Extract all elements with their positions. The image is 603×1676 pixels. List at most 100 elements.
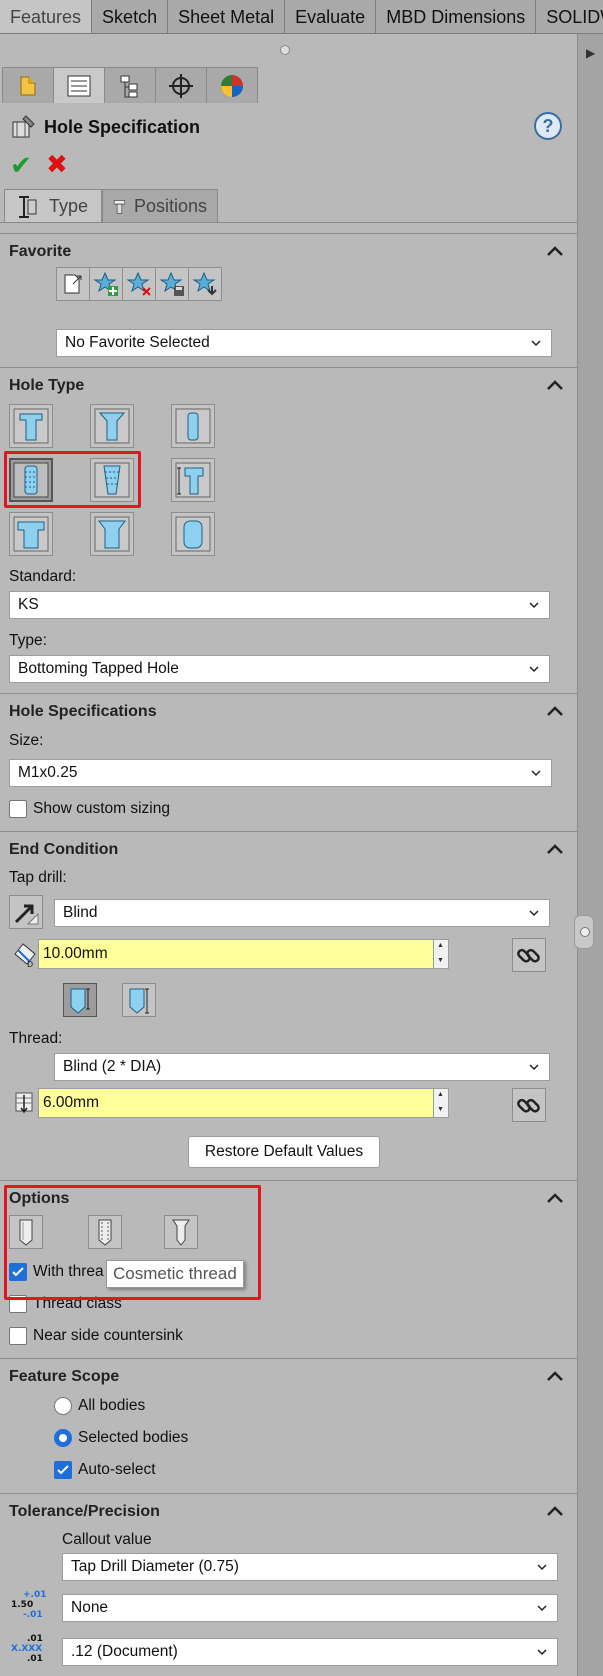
tab-positions[interactable]: Positions bbox=[102, 189, 218, 223]
delete-favorite-icon[interactable] bbox=[122, 267, 156, 301]
depth-icon: D bbox=[14, 943, 36, 968]
tap-drill-end-condition-select[interactable]: Blind bbox=[54, 899, 550, 927]
tab-solidworks-addins[interactable]: SOLIDWO bbox=[536, 0, 603, 33]
callout-value: Tap Drill Diameter (0.75) bbox=[71, 1558, 239, 1575]
drill-depth-to-shoulder-icon[interactable] bbox=[122, 983, 156, 1017]
add-favorite-icon[interactable] bbox=[89, 267, 123, 301]
tolerance-type-value: None bbox=[71, 1599, 109, 1616]
thread-end-condition-select[interactable]: Blind (2 * DIA) bbox=[54, 1053, 550, 1081]
tap-drill-label: Tap drill: bbox=[9, 869, 67, 886]
callout-value-select[interactable]: Tap Drill Diameter (0.75) bbox=[62, 1553, 558, 1581]
section-title-tolerance-precision: Tolerance/Precision bbox=[9, 1503, 160, 1520]
callout-value-label: Callout value bbox=[62, 1531, 152, 1548]
thread-depth-input[interactable]: 6.00mm bbox=[38, 1088, 434, 1118]
tap-drill-end-condition-value: Blind bbox=[63, 904, 98, 921]
tolerance-icon-value: 1.50 bbox=[11, 1600, 34, 1610]
standard-label: Standard: bbox=[9, 568, 77, 585]
countersink-slot-icon[interactable] bbox=[90, 512, 134, 556]
collapse-caret-icon[interactable] bbox=[546, 1505, 564, 1517]
tab-sketch[interactable]: Sketch bbox=[92, 0, 169, 33]
link-values-icon[interactable] bbox=[512, 1088, 546, 1122]
slot-icon[interactable] bbox=[171, 512, 215, 556]
chevron-down-icon bbox=[537, 1564, 547, 1571]
standard-select-value: KS bbox=[18, 596, 39, 613]
chevron-down-icon bbox=[529, 1064, 539, 1071]
type-select[interactable]: Bottoming Tapped Hole bbox=[9, 655, 550, 683]
tolerance-type-select[interactable]: None bbox=[62, 1594, 558, 1622]
precision-select[interactable]: .12 (Document) bbox=[62, 1638, 558, 1666]
counterbore-hole-icon[interactable] bbox=[9, 404, 53, 448]
counterbore-slot-icon[interactable] bbox=[9, 512, 53, 556]
manager-tabs bbox=[2, 67, 258, 103]
collapse-caret-icon[interactable] bbox=[546, 705, 564, 717]
tab-mbd-dimensions[interactable]: MBD Dimensions bbox=[376, 0, 537, 33]
link-values-icon[interactable] bbox=[512, 938, 546, 972]
chevron-down-icon bbox=[529, 602, 539, 609]
tab-features[interactable]: Features bbox=[0, 0, 93, 33]
tab-type[interactable]: Type bbox=[4, 189, 102, 223]
command-manager-tabs: Features Sketch Sheet Metal Evaluate MBD… bbox=[0, 0, 603, 34]
collapse-caret-icon[interactable] bbox=[546, 1370, 564, 1382]
feature-manager-icon[interactable] bbox=[2, 67, 54, 103]
type-label: Type: bbox=[9, 632, 47, 649]
collapse-caret-icon[interactable] bbox=[546, 245, 564, 257]
thread-depth-spinner[interactable] bbox=[433, 1088, 449, 1118]
positions-icon bbox=[113, 199, 126, 214]
tap-drill-depth-input[interactable]: 10.00mm bbox=[38, 939, 434, 969]
panel-grip-icon[interactable] bbox=[280, 45, 290, 55]
all-bodies-radio[interactable] bbox=[54, 1397, 72, 1415]
all-bodies-label: All bodies bbox=[78, 1397, 146, 1414]
size-select[interactable]: M1x0.25 bbox=[9, 759, 552, 787]
thread-label: Thread: bbox=[9, 1030, 63, 1047]
svg-text:D: D bbox=[27, 960, 33, 968]
expand-arrow-icon[interactable]: ▶ bbox=[586, 46, 595, 60]
selected-bodies-radio[interactable] bbox=[54, 1429, 72, 1447]
tab-evaluate[interactable]: Evaluate bbox=[285, 0, 377, 33]
standard-select[interactable]: KS bbox=[9, 591, 550, 619]
countersink-hole-icon[interactable] bbox=[90, 404, 134, 448]
chevron-down-icon bbox=[537, 1605, 547, 1612]
precision-icon-bottom: .01 bbox=[27, 1654, 43, 1664]
favorite-select-value: No Favorite Selected bbox=[65, 334, 210, 351]
load-favorite-icon[interactable] bbox=[188, 267, 222, 301]
reverse-direction-icon[interactable] bbox=[9, 895, 43, 929]
tolerance-icon-minus: -.01 bbox=[23, 1610, 43, 1620]
auto-select-checkbox[interactable] bbox=[54, 1461, 72, 1479]
panel-resize-handle[interactable] bbox=[574, 915, 594, 949]
favorite-select[interactable]: No Favorite Selected bbox=[56, 329, 552, 357]
property-manager-header: Hole Specification bbox=[10, 112, 200, 142]
legacy-hole-icon[interactable] bbox=[171, 458, 215, 502]
show-custom-sizing-checkbox[interactable] bbox=[9, 800, 27, 818]
display-manager-icon[interactable] bbox=[206, 67, 258, 103]
thread-end-condition-value: Blind (2 * DIA) bbox=[63, 1058, 162, 1075]
collapse-caret-icon[interactable] bbox=[546, 1192, 564, 1204]
type-icon bbox=[19, 195, 37, 218]
auto-select-label: Auto-select bbox=[78, 1461, 156, 1478]
collapse-caret-icon[interactable] bbox=[546, 843, 564, 855]
property-manager-icon[interactable] bbox=[53, 67, 105, 103]
help-button[interactable]: ? bbox=[534, 112, 562, 140]
near-side-countersink-checkbox[interactable] bbox=[9, 1327, 27, 1345]
tab-sheet-metal[interactable]: Sheet Metal bbox=[168, 0, 286, 33]
type-select-value: Bottoming Tapped Hole bbox=[18, 660, 179, 677]
simple-hole-icon[interactable] bbox=[171, 404, 215, 448]
chevron-down-icon bbox=[537, 1649, 547, 1656]
precision-icon: .01 X.XXX .01 bbox=[11, 1634, 51, 1668]
apply-defaults-icon[interactable] bbox=[56, 267, 90, 301]
divider bbox=[0, 693, 577, 694]
restore-default-values-button[interactable]: Restore Default Values bbox=[188, 1136, 380, 1168]
section-title-feature-scope: Feature Scope bbox=[9, 1368, 120, 1385]
collapse-caret-icon[interactable] bbox=[546, 379, 564, 391]
cancel-x-icon[interactable]: ✖ bbox=[46, 149, 68, 180]
tap-drill-depth-spinner[interactable] bbox=[433, 939, 449, 969]
dimxpert-manager-icon[interactable] bbox=[155, 67, 207, 103]
chevron-down-icon bbox=[531, 770, 541, 777]
divider bbox=[0, 1493, 577, 1494]
drill-angle-icon[interactable] bbox=[63, 983, 97, 1017]
size-label: Size: bbox=[9, 732, 44, 749]
configuration-manager-icon[interactable] bbox=[104, 67, 156, 103]
precision-icon-top: .01 bbox=[27, 1634, 43, 1644]
chevron-down-icon bbox=[529, 666, 539, 673]
ok-check-icon[interactable]: ✔ bbox=[10, 150, 32, 181]
save-favorite-icon[interactable] bbox=[155, 267, 189, 301]
